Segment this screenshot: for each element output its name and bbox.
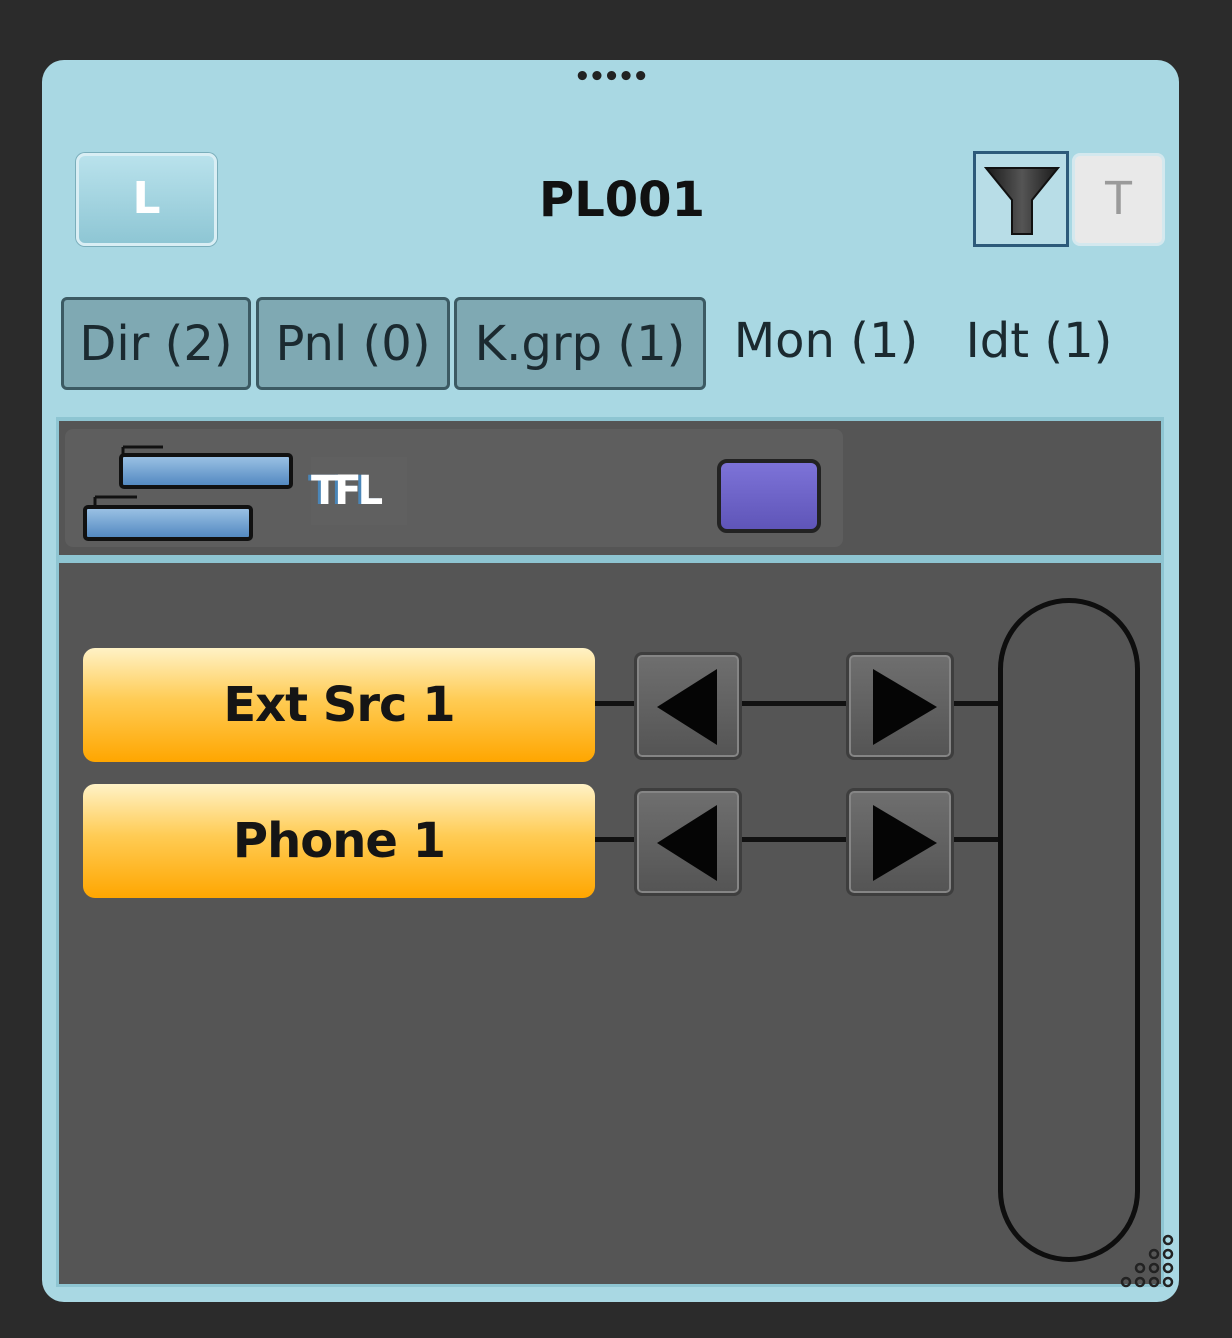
- tab-kgrp[interactable]: K.grp (1): [454, 297, 706, 390]
- group-layers-icon: [83, 445, 293, 541]
- listen-right-button[interactable]: [846, 788, 954, 896]
- l-button[interactable]: L: [76, 153, 217, 246]
- funnel-icon: [984, 167, 1060, 235]
- talk-left-button[interactable]: [634, 788, 742, 896]
- drag-handle[interactable]: •••••: [42, 64, 1179, 90]
- arrow-left-icon: [657, 805, 717, 881]
- source-button-phone-1[interactable]: Phone 1: [83, 784, 595, 898]
- panel-title: PL001: [539, 172, 705, 228]
- resize-grip-icon[interactable]: [1108, 1232, 1178, 1302]
- arrow-right-icon: [873, 805, 937, 881]
- source-button-ext-src-1[interactable]: Ext Src 1: [83, 648, 595, 762]
- party-line-bus[interactable]: [998, 598, 1140, 1262]
- content-area: TFL Ext Src 1 Phone 1: [56, 417, 1164, 1287]
- divider: [59, 555, 1161, 563]
- panel: ••••• L PL001 T Dir (2) Pnl (0) K.grp (1…: [42, 60, 1179, 1302]
- filter-button[interactable]: [973, 151, 1069, 247]
- t-button[interactable]: T: [1072, 153, 1165, 246]
- group-header[interactable]: TFL: [65, 429, 843, 547]
- tab-dir[interactable]: Dir (2): [61, 297, 251, 390]
- color-swatch[interactable]: [717, 459, 821, 533]
- group-label: TFL: [311, 457, 407, 525]
- talk-left-button[interactable]: [634, 652, 742, 760]
- tab-mon[interactable]: Mon (1): [718, 297, 934, 390]
- tab-pnl[interactable]: Pnl (0): [256, 297, 450, 390]
- tab-idt[interactable]: Idt (1): [954, 297, 1124, 390]
- listen-right-button[interactable]: [846, 652, 954, 760]
- arrow-right-icon: [873, 669, 937, 745]
- arrow-left-icon: [657, 669, 717, 745]
